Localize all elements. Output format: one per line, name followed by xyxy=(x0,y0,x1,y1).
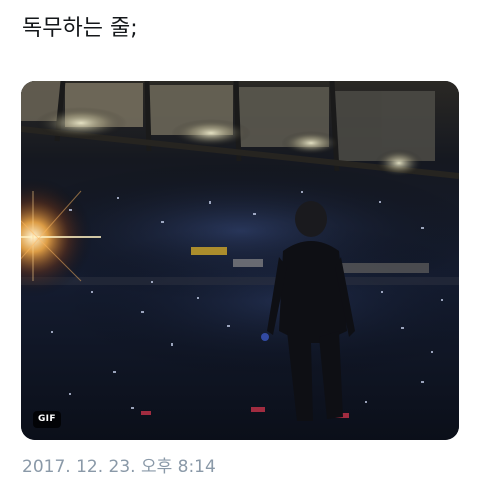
tweet-timestamp[interactable]: 2017. 12. 23. 오후 8:14 xyxy=(22,456,216,478)
concert-stage-image xyxy=(21,81,459,440)
tweet-text: 독무하는 줄; xyxy=(22,16,138,41)
tweet-media-gif[interactable]: GIF xyxy=(21,81,459,440)
gif-badge: GIF xyxy=(33,411,61,428)
